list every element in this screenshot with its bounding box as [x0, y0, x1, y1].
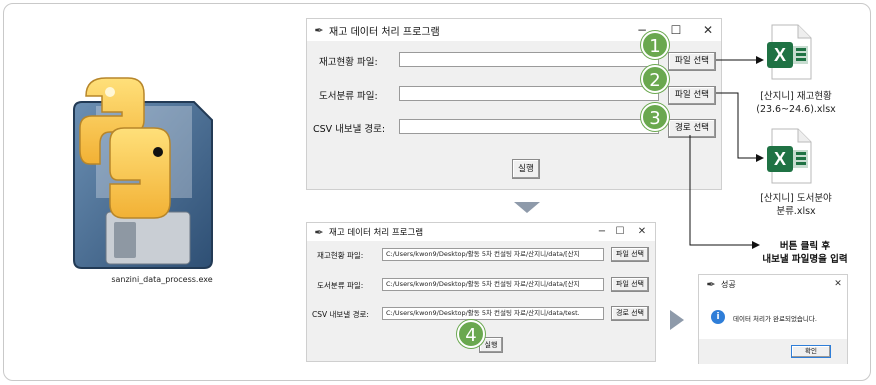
- category-xlsx-name: [산지니] 도서분야 분류.xlsx: [760, 193, 832, 217]
- floppy-python-icon: [73, 77, 213, 269]
- step-4-badge: 4: [457, 320, 485, 348]
- close-button[interactable]: ✕: [629, 223, 655, 241]
- category-file-entry[interactable]: [399, 86, 659, 101]
- ok-button[interactable]: 확인: [791, 345, 831, 358]
- csv-path-entry[interactable]: C:/Users/kwon9/Desktop/활동 5차 컨설팅 자료/산지니/…: [382, 307, 604, 320]
- feather-icon: ✒: [706, 277, 716, 291]
- dialog-message: 데이터 처리가 완료되었습니다.: [733, 315, 817, 323]
- dialog-title: 성공: [721, 279, 736, 289]
- export-note: 버튼 클릭 후 내보낼 파일명을 입력: [762, 241, 848, 265]
- category-file-select-button[interactable]: 파일 선택: [668, 86, 716, 105]
- success-dialog: ✒ 성공 ✕ i 데이터 처리가 완료되었습니다. 확인: [698, 274, 848, 364]
- stock-file-select-button[interactable]: 파일 선택: [611, 247, 649, 262]
- feather-icon: ✒: [314, 23, 324, 37]
- info-icon: i: [711, 310, 725, 324]
- category-file-label: 도서분류 파일:: [319, 91, 378, 102]
- dialog-close-button[interactable]: ✕: [825, 275, 851, 293]
- excel-file-icon: X: [767, 128, 812, 184]
- window-title: 재고 데이터 처리 프로그램: [329, 26, 440, 38]
- category-file-entry[interactable]: C:/Users/kwon9/Desktop/활동 5차 컨설팅 자료/산지니/…: [382, 278, 604, 291]
- stock-file-entry[interactable]: C:/Users/kwon9/Desktop/활동 5차 컨설팅 자료/산지니/…: [382, 248, 604, 261]
- csv-path-select-button[interactable]: 경로 선택: [668, 119, 716, 138]
- window-title: 재고 데이터 처리 프로그램: [329, 228, 424, 238]
- category-file-select-button[interactable]: 파일 선택: [611, 277, 649, 292]
- svg-text:X: X: [774, 45, 786, 65]
- stock-file-label: 재고현황 파일:: [317, 251, 364, 260]
- stock-file-label: 재고현황 파일:: [319, 57, 378, 68]
- stock-file-entry[interactable]: [399, 52, 659, 67]
- stock-file-select-button[interactable]: 파일 선택: [668, 52, 716, 71]
- feather-icon: ✒: [314, 225, 324, 239]
- excel-file-icon: X: [767, 24, 812, 80]
- csv-path-label: CSV 내보낼 경로:: [312, 310, 369, 319]
- category-file-label: 도서분류 파일:: [317, 281, 364, 290]
- csv-path-select-button[interactable]: 경로 선택: [611, 306, 649, 321]
- close-button[interactable]: ✕: [695, 19, 721, 41]
- svg-text:X: X: [774, 149, 786, 169]
- run-button[interactable]: 실행: [512, 159, 540, 179]
- stock-xlsx-name: [산지니] 재고현황 (23.6~24.6).xlsx: [756, 91, 836, 115]
- step-1-badge: 1: [641, 31, 669, 59]
- csv-path-entry[interactable]: [399, 119, 659, 134]
- step-2-badge: 2: [641, 65, 669, 93]
- exe-filename: sanzini_data_process.exe: [111, 275, 213, 284]
- csv-path-label: CSV 내보낼 경로:: [313, 124, 386, 135]
- step-3-badge: 3: [641, 103, 669, 131]
